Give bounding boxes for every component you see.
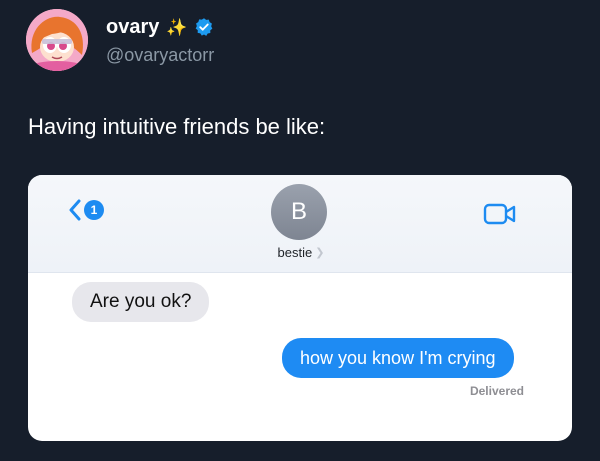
delivery-status: Delivered: [469, 384, 524, 398]
display-name-row: ovary ✨: [106, 14, 214, 40]
user-handle[interactable]: @ovaryactorr: [106, 45, 214, 66]
contact-name: bestie: [277, 245, 313, 260]
chat-header: 1 B bestie ❯: [28, 175, 572, 273]
video-camera-icon: [483, 203, 516, 225]
unread-count-badge: 1: [84, 200, 104, 220]
chevron-right-icon: ❯: [315, 247, 325, 259]
display-name[interactable]: ovary: [106, 16, 159, 39]
contact-name-row[interactable]: bestie ❯: [268, 245, 334, 260]
back-button[interactable]: 1: [68, 199, 104, 221]
message-screenshot-card[interactable]: 1 B bestie ❯ Are you ok? how you know I'…: [28, 175, 572, 441]
avatar-illustration: [26, 9, 88, 71]
verified-badge-icon: [194, 17, 214, 37]
chevron-left-icon: [69, 199, 81, 221]
contact-avatar[interactable]: B: [271, 184, 327, 240]
incoming-message-bubble[interactable]: Are you ok?: [72, 282, 210, 322]
video-call-button[interactable]: [483, 202, 517, 231]
sparkles-emoji: ✨: [166, 17, 188, 37]
tweet-text: Having intuitive friends be like:: [28, 114, 326, 139]
outgoing-message-bubble[interactable]: how you know I'm crying: [282, 338, 514, 378]
profile-avatar[interactable]: [26, 9, 88, 71]
